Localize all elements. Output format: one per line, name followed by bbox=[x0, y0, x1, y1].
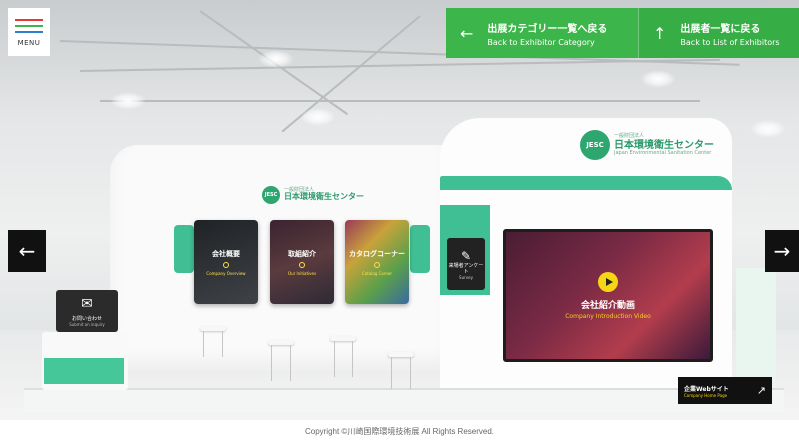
arrow-left-icon: ← bbox=[460, 23, 474, 43]
survey-panel[interactable]: ✎ 来場者アンケート Survey bbox=[447, 238, 485, 290]
chair-leg bbox=[391, 357, 392, 389]
logo-name: 日本環境衛生センター bbox=[614, 139, 714, 151]
booth-logo-small: JESC 一般財団法人 日本環境衛生センター bbox=[262, 186, 364, 204]
company-video-screen[interactable]: 会社紹介動画 Company Introduction Video bbox=[503, 229, 713, 362]
panel-subtitle: Our Initiatives bbox=[287, 270, 317, 276]
company-website-button[interactable]: 企業Webサイト Company Home Page ↗ bbox=[678, 377, 772, 404]
inquiry-title: お問い合わせ bbox=[71, 315, 102, 322]
booth-green-accent bbox=[174, 225, 194, 273]
chair-leg bbox=[410, 357, 411, 389]
menu-button[interactable]: MENU bbox=[8, 8, 50, 56]
panel-dot-icon bbox=[374, 261, 380, 268]
video-subtitle: Company Introduction Video bbox=[565, 312, 651, 320]
survey-document-icon: ✎ bbox=[460, 248, 472, 263]
arrow-left-icon: ← bbox=[18, 239, 36, 263]
menu-bar-icon bbox=[15, 19, 43, 21]
chair-leg bbox=[271, 345, 272, 381]
booth-side-banner bbox=[736, 268, 776, 388]
ceiling-truss bbox=[79, 58, 720, 72]
booth-stage-base bbox=[24, 388, 784, 412]
ceiling-light bbox=[110, 92, 146, 110]
company-overview-panel[interactable]: 会社概要 Company Overview bbox=[194, 220, 258, 304]
survey-subtitle: Survey bbox=[459, 274, 473, 280]
external-link-icon: ↗ bbox=[756, 384, 766, 397]
chair-leg bbox=[222, 331, 223, 357]
our-initiatives-panel[interactable]: 取組紹介 Our Initiatives bbox=[270, 220, 334, 304]
arrow-right-icon: → bbox=[773, 239, 791, 263]
booth-logo-large: JESC 一般財団法人 日本環境衛生センター Japan Environment… bbox=[580, 130, 714, 160]
panel-subtitle: Company Overview bbox=[206, 270, 246, 276]
chair-leg bbox=[290, 345, 291, 381]
footer: Copyright ©川崎国際環境技術展 All Rights Reserved… bbox=[0, 420, 799, 442]
arrow-up-icon: ↑ bbox=[653, 23, 667, 43]
menu-bar-icon bbox=[15, 31, 43, 33]
panel-title: 会社概要 bbox=[212, 249, 240, 258]
menu-label: MENU bbox=[17, 39, 41, 47]
top-navigation: ← 出展カテゴリー一覧へ戻る Back to Exhibitor Categor… bbox=[446, 8, 799, 58]
logo-name: 日本環境衛生センター bbox=[284, 192, 364, 202]
next-booth-button[interactable]: → bbox=[765, 230, 799, 272]
ceiling-truss bbox=[100, 100, 700, 102]
video-title: 会社紹介動画 bbox=[580, 300, 635, 311]
panel-title: カタログコーナー bbox=[349, 249, 405, 258]
ceiling-light bbox=[640, 70, 676, 88]
previous-booth-button[interactable]: ← bbox=[8, 230, 46, 272]
catalog-corner-panel[interactable]: カタログコーナー Catalog Corner bbox=[345, 220, 409, 304]
ceiling-light bbox=[750, 120, 786, 138]
ceiling-light bbox=[258, 50, 294, 68]
logo-english-name: Japan Environmental Sanitation Center bbox=[614, 149, 712, 156]
jesc-logo-mark: JESC bbox=[262, 186, 280, 204]
copyright-text: Copyright ©川崎国際環境技術展 All Rights Reserved… bbox=[304, 426, 495, 436]
menu-bar-icon bbox=[15, 25, 43, 27]
nav-list-en: Back to List of Exhibitors bbox=[680, 37, 780, 47]
inquiry-subtitle: Submit an inquiry bbox=[69, 321, 105, 327]
play-icon[interactable] bbox=[598, 271, 618, 292]
exhibition-hall-scene: JESC 一般財団法人 日本環境衛生センター Japan Environment… bbox=[0, 0, 799, 420]
panel-dot-icon bbox=[223, 261, 229, 268]
jesc-logo-mark: JESC bbox=[580, 130, 610, 160]
inquiry-monitor[interactable]: ✉ お問い合わせ Submit an inquiry bbox=[56, 290, 118, 332]
nav-list-jp: 出展者一覧に戻る bbox=[680, 23, 761, 35]
panel-title: 取組紹介 bbox=[288, 249, 316, 258]
panel-dot-icon bbox=[299, 261, 305, 268]
chair-leg bbox=[334, 341, 335, 377]
reception-counter-panel bbox=[44, 358, 124, 384]
web-title: 企業Webサイト bbox=[684, 385, 729, 393]
ceiling-light bbox=[300, 108, 336, 126]
back-to-exhibitors-button[interactable]: ↑ 出展者一覧に戻る Back to List of Exhibitors bbox=[638, 8, 799, 58]
panel-subtitle: Catalog Corner bbox=[361, 270, 393, 276]
nav-category-jp: 出展カテゴリー一覧へ戻る bbox=[487, 23, 608, 35]
envelope-icon: ✉ bbox=[81, 295, 93, 312]
survey-title: 来場者アンケート bbox=[448, 262, 484, 275]
back-to-category-button[interactable]: ← 出展カテゴリー一覧へ戻る Back to Exhibitor Categor… bbox=[446, 8, 638, 58]
chair-leg bbox=[352, 341, 353, 377]
chair-leg bbox=[203, 331, 204, 357]
booth-green-band bbox=[440, 176, 732, 190]
nav-category-en: Back to Exhibitor Category bbox=[487, 37, 595, 47]
booth-green-accent bbox=[410, 225, 430, 273]
web-subtitle: Company Home Page bbox=[684, 392, 728, 398]
